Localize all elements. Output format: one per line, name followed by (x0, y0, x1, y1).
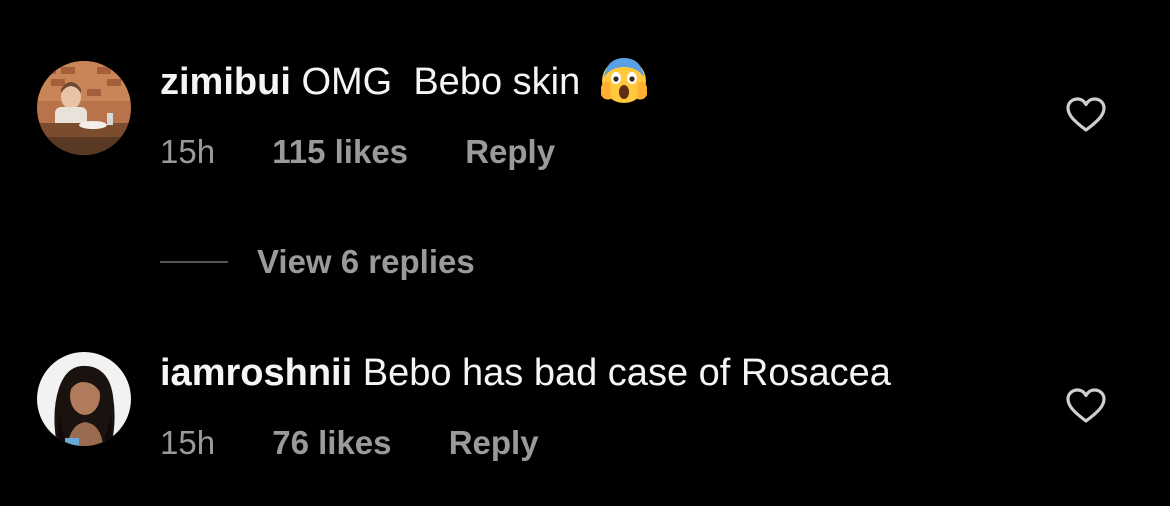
avatar-photo (37, 352, 131, 446)
timestamp: 15h (160, 133, 216, 170)
comment-meta: 15h 76 likes Reply (160, 423, 539, 463)
likes-count[interactable]: 115 likes (272, 132, 408, 172)
comment-text: OMG Bebo skin (301, 61, 581, 103)
face-screaming-in-fear-icon (599, 55, 649, 105)
like-heart-icon[interactable] (1066, 388, 1106, 424)
timestamp: 15h (160, 424, 216, 461)
username[interactable]: zimibui (160, 61, 291, 103)
likes-count[interactable]: 76 likes (272, 423, 391, 463)
reply-button[interactable]: Reply (465, 132, 555, 172)
username[interactable]: iamroshnii (160, 352, 352, 394)
comment-meta: 15h 115 likes Reply (160, 132, 555, 172)
like-heart-icon[interactable] (1066, 97, 1106, 133)
comment-text-line: iamroshnii Bebo has bad case of Rosacea (160, 351, 891, 395)
reply-button[interactable]: Reply (449, 423, 539, 463)
comment-text: Bebo has bad case of Rosacea (362, 352, 891, 394)
comment-text-line: zimibui OMG Bebo skin (160, 57, 649, 105)
replies-divider (160, 261, 228, 263)
avatar[interactable] (37, 352, 131, 446)
avatar-photo (37, 61, 131, 155)
view-replies-label[interactable]: View 6 replies (257, 240, 475, 284)
avatar[interactable] (37, 61, 131, 155)
